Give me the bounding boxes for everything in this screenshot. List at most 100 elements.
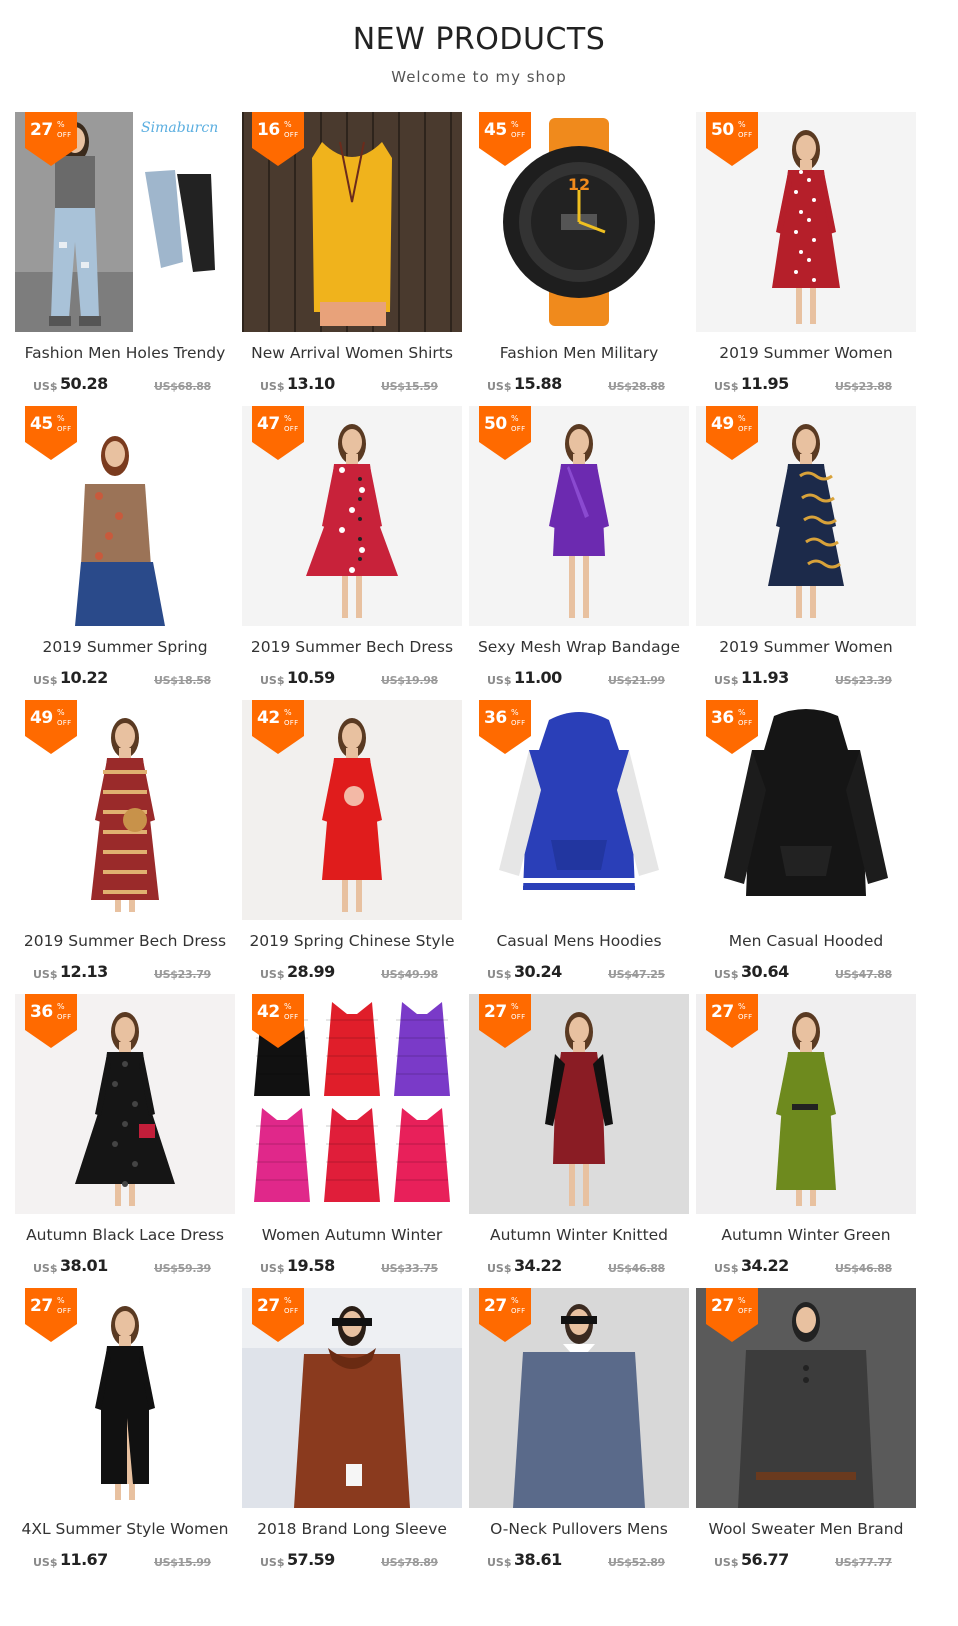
- price-row: US$ 38.01 US$59.39: [33, 1256, 223, 1278]
- original-price: US$46.88: [608, 1262, 665, 1275]
- price-row: US$ 11.00 US$21.99: [487, 668, 677, 690]
- discount-badge: 49% OFF: [706, 406, 758, 460]
- price-row: US$ 50.28 US$68.88: [33, 374, 223, 396]
- product-card[interactable]: 36% OFF Casual Mens Hoodies US$ 30.24 US$47.2…: [469, 700, 689, 990]
- product-name[interactable]: Casual Mens Hoodies: [469, 932, 689, 950]
- product-name[interactable]: 2019 Summer Bech Dress: [15, 932, 235, 950]
- product-card[interactable]: 50% OFF 2019 Summer Women US$ 11.95 US$23.88: [696, 112, 916, 402]
- product-name[interactable]: 2019 Summer Women: [696, 344, 916, 362]
- discount-percent: 49: [711, 414, 734, 434]
- sale-price: 12.13: [60, 962, 108, 981]
- product-name[interactable]: Women Autumn Winter: [242, 1226, 462, 1244]
- product-name[interactable]: Autumn Winter Green: [696, 1226, 916, 1244]
- product-name[interactable]: 4XL Summer Style Women: [15, 1520, 235, 1538]
- original-price: US$23.79: [154, 968, 211, 981]
- currency-label: US$: [260, 968, 285, 981]
- discount-badge: 42% OFF: [252, 994, 304, 1048]
- discount-badge: 42% OFF: [252, 700, 304, 754]
- sale-price: 19.58: [287, 1256, 335, 1275]
- percent-symbol: %: [57, 120, 65, 129]
- percent-symbol: %: [511, 414, 519, 423]
- product-card[interactable]: Simaburcn 27% OFF Fashion Men Holes Trendy U…: [15, 112, 235, 402]
- off-label: OFF: [738, 425, 753, 433]
- product-card[interactable]: 27% OFF Autumn Winter Green US$ 34.22 US$46.8…: [696, 994, 916, 1284]
- percent-symbol: %: [284, 120, 292, 129]
- price-row: US$ 56.77 US$77.77: [714, 1550, 904, 1572]
- original-price: US$59.39: [154, 1262, 211, 1275]
- product-card[interactable]: 27% OFF Autumn Winter Knitted US$ 34.22 US$46…: [469, 994, 689, 1284]
- product-name[interactable]: Fashion Men Military: [469, 344, 689, 362]
- sale-price: 57.59: [287, 1550, 335, 1569]
- original-price: US$68.88: [154, 380, 211, 393]
- product-card[interactable]: 36% OFF Autumn Black Lace Dress US$ 38.01 US$…: [15, 994, 235, 1284]
- product-card[interactable]: 42% OFF Women Autumn Winter US$ 19.58 US$33.7…: [242, 994, 462, 1284]
- product-name[interactable]: Wool Sweater Men Brand: [696, 1520, 916, 1538]
- product-card[interactable]: 27% OFF O-Neck Pullovers Mens US$ 38.61 US$52…: [469, 1288, 689, 1578]
- discount-badge: 47% OFF: [252, 406, 304, 460]
- product-card[interactable]: 12 45% OFF Fashion Men Military US$ 15.88 US$…: [469, 112, 689, 402]
- product-card[interactable]: 47% OFF 2019 Summer Bech Dress US$ 10.59 US$1…: [242, 406, 462, 696]
- original-price: US$78.89: [381, 1556, 438, 1569]
- product-card[interactable]: 16% OFF New Arrival Women Shirts US$ 13.10 US…: [242, 112, 462, 402]
- percent-symbol: %: [284, 1296, 292, 1305]
- product-name[interactable]: 2018 Brand Long Sleeve: [242, 1520, 462, 1538]
- off-label: OFF: [284, 425, 299, 433]
- price-row: US$ 28.99 US$49.98: [260, 962, 450, 984]
- product-name[interactable]: Autumn Winter Knitted: [469, 1226, 689, 1244]
- percent-symbol: %: [511, 708, 519, 717]
- product-name[interactable]: Autumn Black Lace Dress: [15, 1226, 235, 1244]
- product-card[interactable]: 49% OFF 2019 Summer Bech Dress US$ 12.13 US$2…: [15, 700, 235, 990]
- off-label: OFF: [284, 131, 299, 139]
- percent-symbol: %: [284, 414, 292, 423]
- percent-symbol: %: [738, 414, 746, 423]
- original-price: US$15.99: [154, 1556, 211, 1569]
- product-name[interactable]: Fashion Men Holes Trendy: [15, 344, 235, 362]
- product-name[interactable]: 2019 Summer Spring: [15, 638, 235, 656]
- percent-symbol: %: [284, 1002, 292, 1011]
- original-price: US$47.88: [835, 968, 892, 981]
- product-card[interactable]: 45% OFF 2019 Summer Spring US$ 10.22 US$18.58: [15, 406, 235, 696]
- discount-badge: 50% OFF: [479, 406, 531, 460]
- product-name[interactable]: Men Casual Hooded: [696, 932, 916, 950]
- product-card[interactable]: 36% OFF Men Casual Hooded US$ 30.64 US$47.88: [696, 700, 916, 990]
- product-card[interactable]: 50% OFF Sexy Mesh Wrap Bandage US$ 11.00 US$2…: [469, 406, 689, 696]
- original-price: US$19.98: [381, 674, 438, 687]
- discount-badge: 50% OFF: [706, 112, 758, 166]
- sale-price: 50.28: [60, 374, 108, 393]
- currency-label: US$: [487, 674, 512, 687]
- discount-percent: 16: [257, 120, 280, 140]
- product-card[interactable]: 27% OFF 2018 Brand Long Sleeve US$ 57.59 US$7…: [242, 1288, 462, 1578]
- product-name[interactable]: Sexy Mesh Wrap Bandage: [469, 638, 689, 656]
- sale-price: 34.22: [741, 1256, 789, 1275]
- sale-price: 34.22: [514, 1256, 562, 1275]
- discount-percent: 27: [30, 1296, 53, 1316]
- sale-price: 38.61: [514, 1550, 562, 1569]
- sale-price: 38.01: [60, 1256, 108, 1275]
- discount-percent: 45: [484, 120, 507, 140]
- discount-badge: 27% OFF: [479, 994, 531, 1048]
- price-row: US$ 15.88 US$28.88: [487, 374, 677, 396]
- product-card[interactable]: 42% OFF 2019 Spring Chinese Style US$ 28.99 U…: [242, 700, 462, 990]
- sale-price: 15.88: [514, 374, 562, 393]
- product-name[interactable]: 2019 Summer Bech Dress: [242, 638, 462, 656]
- off-label: OFF: [511, 131, 526, 139]
- percent-symbol: %: [57, 414, 65, 423]
- discount-badge: 36% OFF: [479, 700, 531, 754]
- original-price: US$47.25: [608, 968, 665, 981]
- discount-badge: 27% OFF: [25, 1288, 77, 1342]
- price-row: US$ 10.22 US$18.58: [33, 668, 223, 690]
- product-name[interactable]: 2019 Spring Chinese Style: [242, 932, 462, 950]
- discount-percent: 42: [257, 1002, 280, 1022]
- original-price: US$77.77: [835, 1556, 892, 1569]
- currency-label: US$: [260, 380, 285, 393]
- product-name[interactable]: O-Neck Pullovers Mens: [469, 1520, 689, 1538]
- product-name[interactable]: New Arrival Women Shirts: [242, 344, 462, 362]
- price-row: US$ 11.67 US$15.99: [33, 1550, 223, 1572]
- original-price: US$23.88: [835, 380, 892, 393]
- product-card[interactable]: 27% OFF 4XL Summer Style Women US$ 11.67 US$1…: [15, 1288, 235, 1578]
- discount-percent: 27: [257, 1296, 280, 1316]
- product-name[interactable]: 2019 Summer Women: [696, 638, 916, 656]
- product-card[interactable]: 49% OFF 2019 Summer Women US$ 11.93 US$23.39: [696, 406, 916, 696]
- discount-percent: 27: [711, 1296, 734, 1316]
- product-card[interactable]: 27% OFF Wool Sweater Men Brand US$ 56.77 US$7…: [696, 1288, 916, 1578]
